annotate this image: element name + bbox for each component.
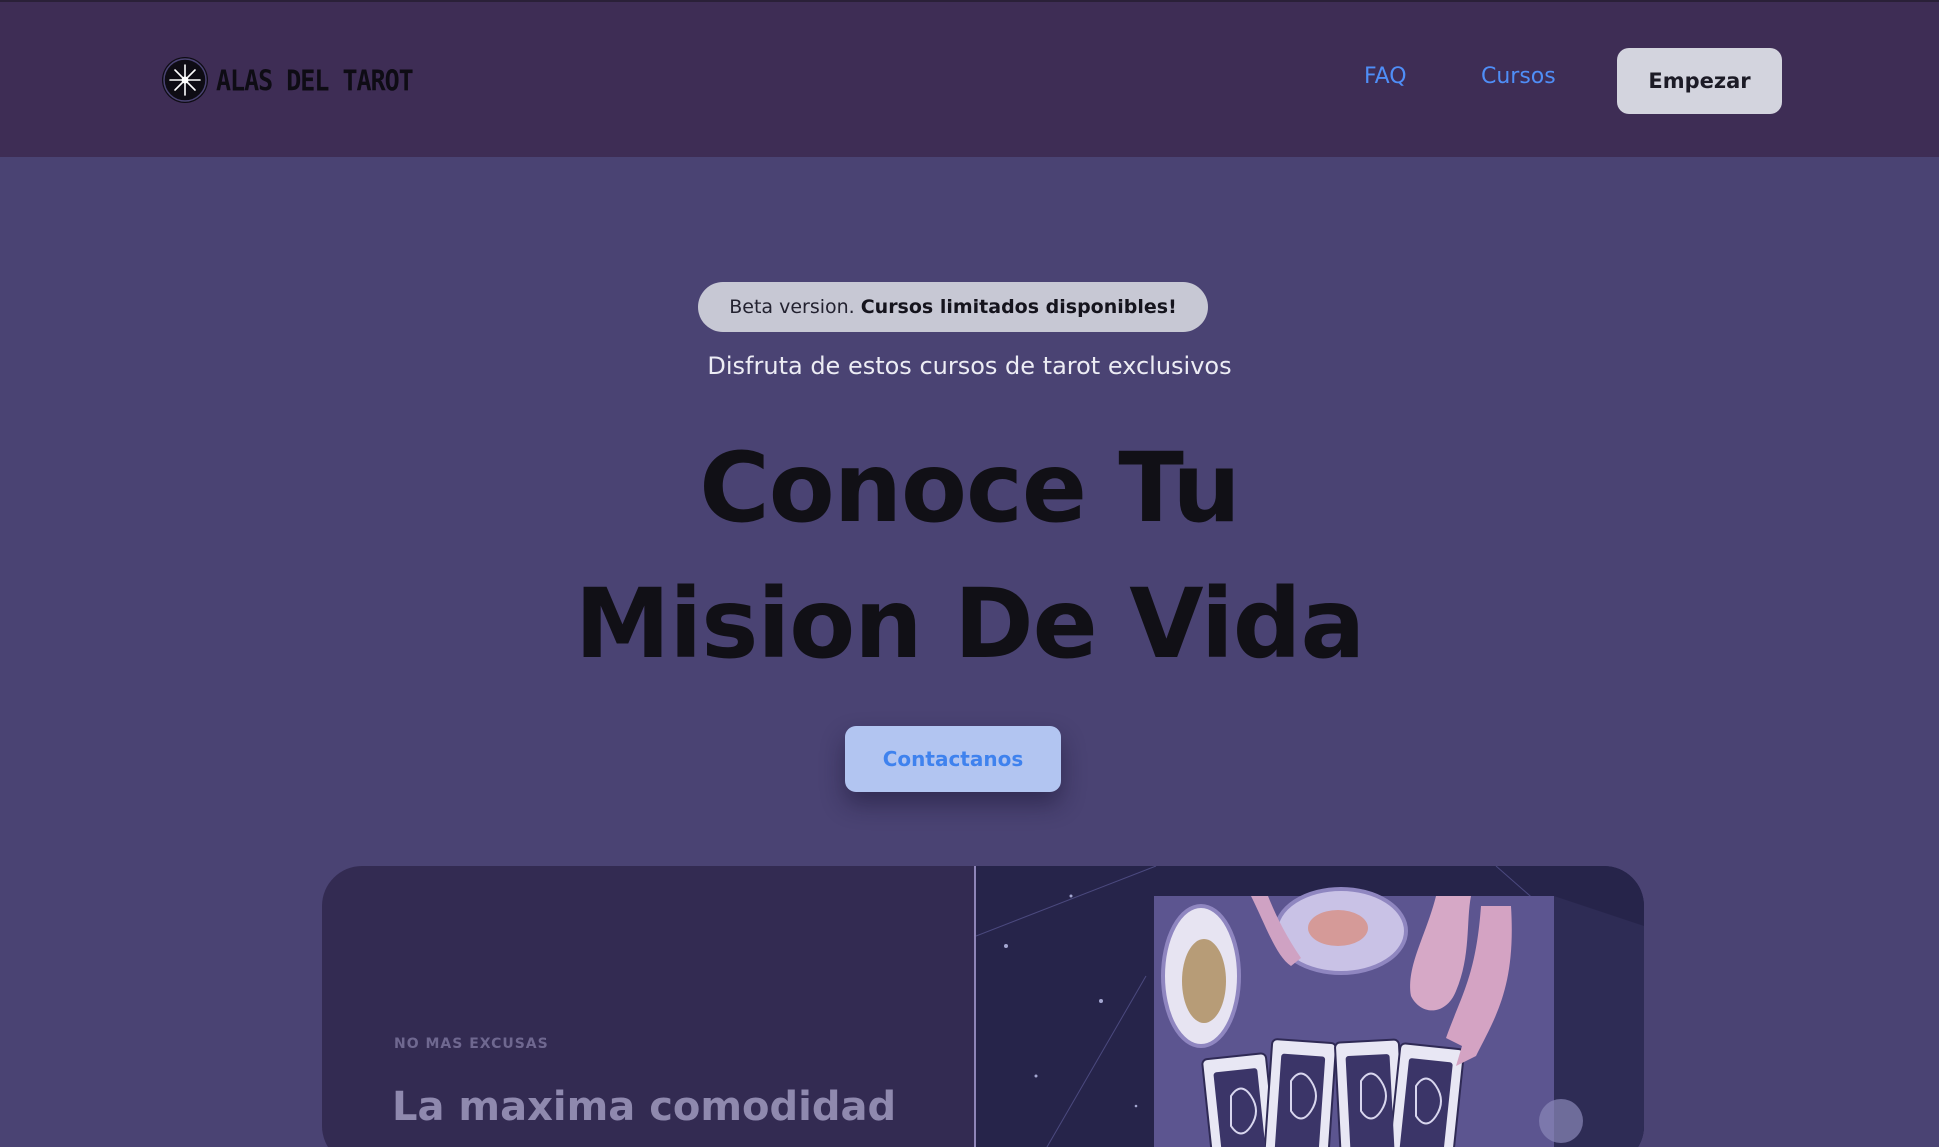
top-navigation-bar: ALAS DEL TAROT FAQ Cursos Empezar — [0, 0, 1939, 157]
contactanos-button[interactable]: Contactanos — [845, 726, 1061, 792]
nav-link-cursos[interactable]: Cursos — [1481, 64, 1556, 89]
beta-announcement-badge: Beta version. Cursos limitados disponibl… — [698, 282, 1208, 332]
brand-logo[interactable]: ALAS DEL TAROT — [162, 57, 414, 103]
hero-title-line-1: Conoce Tu — [699, 432, 1240, 544]
feature-card: NO MAS EXCUSAS La maxima comodidad — [322, 866, 1644, 1147]
empezar-button[interactable]: Empezar — [1617, 48, 1782, 114]
brand-name: ALAS DEL TAROT — [216, 63, 414, 97]
hero-title: Conoce Tu Mision De Vida — [0, 420, 1939, 692]
feature-heading: La maxima comodidad — [392, 1084, 897, 1130]
feature-eyebrow: NO MAS EXCUSAS — [394, 1036, 549, 1052]
tarot-cards-illustration — [976, 866, 1644, 1147]
feature-card-text-panel: NO MAS EXCUSAS La maxima comodidad — [322, 866, 976, 1147]
badge-strong-text: Cursos limitados disponibles! — [860, 296, 1177, 318]
badge-prefix-text: Beta version. — [729, 296, 855, 318]
hero-title-line-2: Mision De Vida — [574, 568, 1365, 680]
nav-link-faq[interactable]: FAQ — [1364, 64, 1407, 89]
hero-subtitle: Disfruta de estos cursos de tarot exclus… — [707, 352, 1232, 380]
star-burst-icon — [162, 57, 208, 103]
